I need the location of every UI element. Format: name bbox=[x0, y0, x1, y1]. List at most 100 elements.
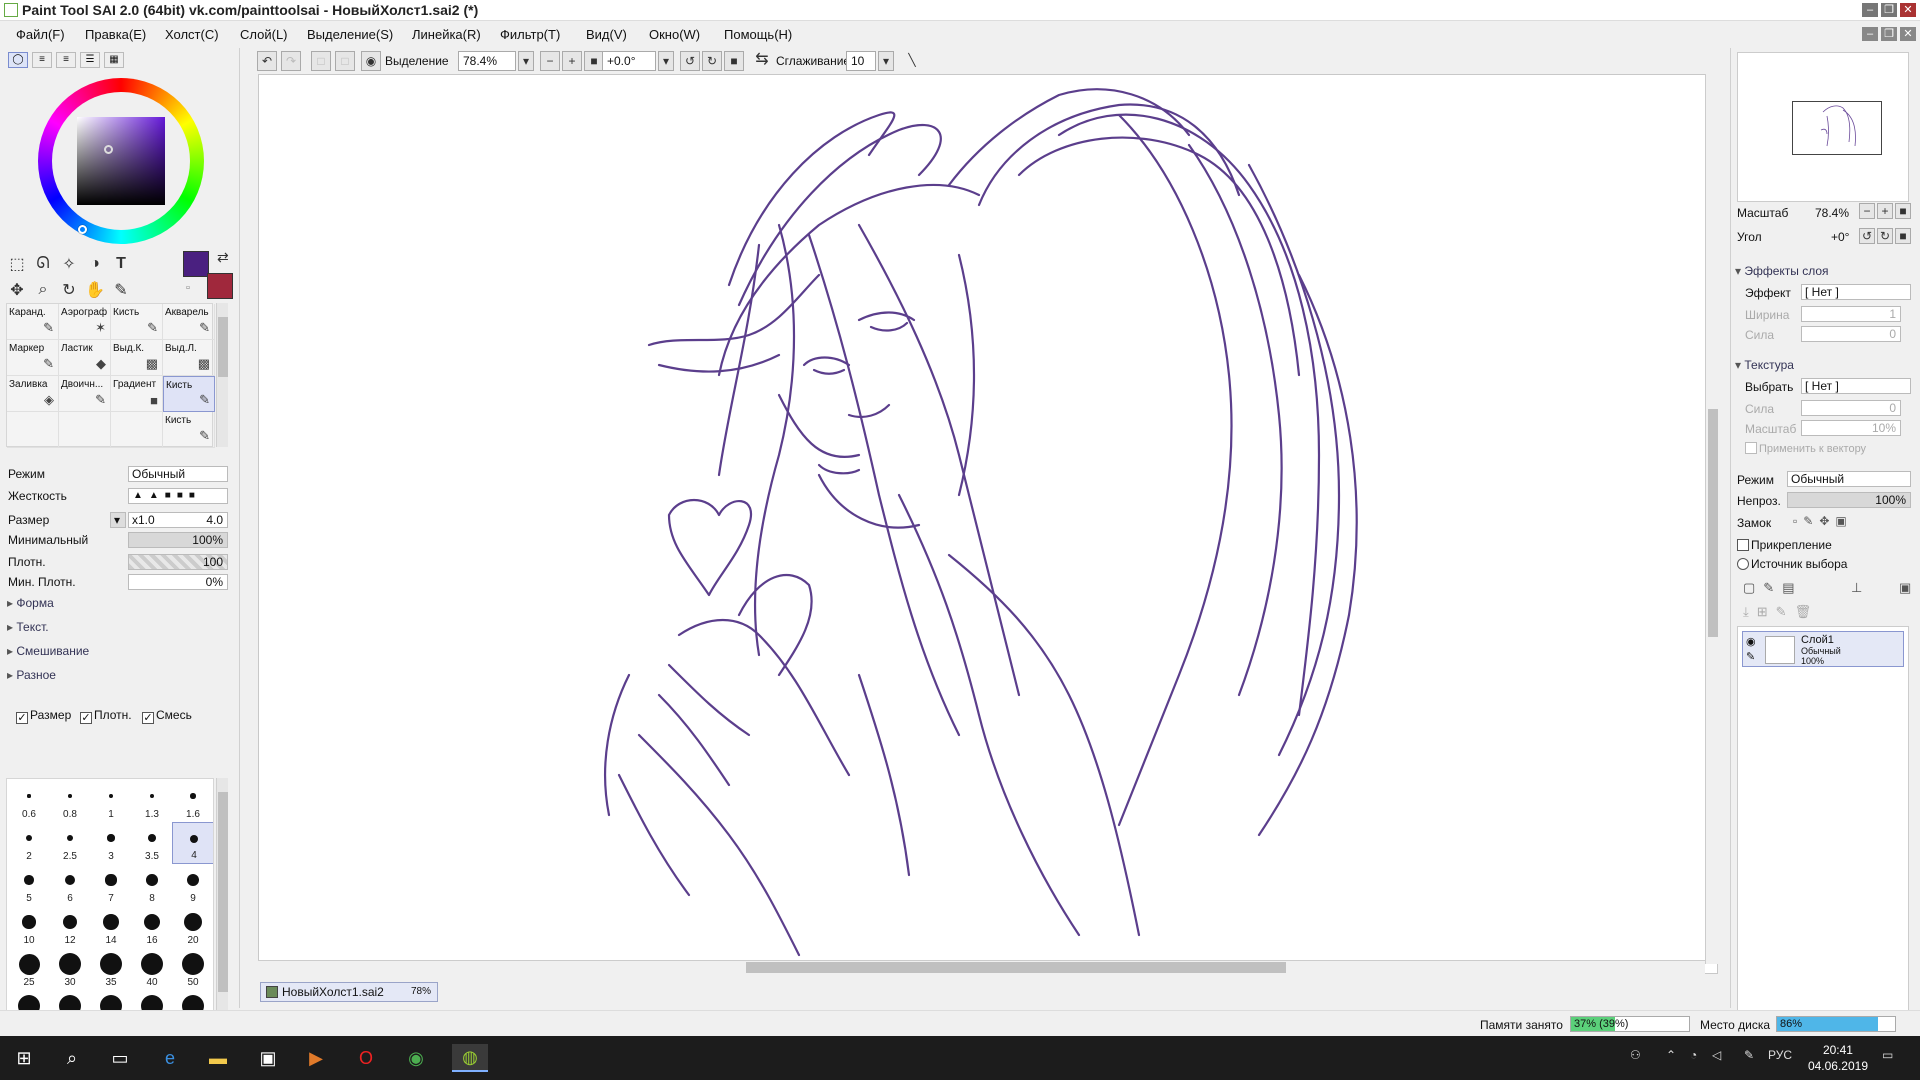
texture-scale-slider[interactable]: 10% bbox=[1801, 420, 1901, 436]
brush-size-preset[interactable]: 25 bbox=[8, 948, 50, 990]
drawing-canvas[interactable] bbox=[258, 74, 1718, 974]
blend-mode-select[interactable]: Обычный bbox=[128, 466, 228, 482]
hsv-slider-tab[interactable]: ≡ bbox=[56, 52, 76, 68]
network-icon[interactable]: ◔ bbox=[1690, 1048, 1697, 1062]
undo-icon[interactable]: ↶ bbox=[257, 51, 277, 71]
brush-slot[interactable]: Градиент ■ bbox=[111, 376, 163, 412]
notifications-icon[interactable]: ▭ bbox=[1882, 1048, 1893, 1062]
brush-size-preset[interactable]: 4 bbox=[172, 822, 213, 864]
deselect-icon[interactable]: □ bbox=[311, 51, 331, 71]
menu-view[interactable]: Вид(V) bbox=[586, 27, 627, 42]
brush-size-preset[interactable]: 0.8 bbox=[49, 780, 91, 822]
nav-angle-value[interactable]: +0° bbox=[1831, 230, 1849, 244]
new-layer-icon[interactable]: ▢ bbox=[1743, 580, 1755, 596]
section-misc[interactable]: Разное bbox=[7, 668, 56, 682]
brush-size-preset[interactable]: 3 bbox=[90, 822, 132, 864]
angle-select[interactable]: +0.0° bbox=[602, 51, 656, 71]
shape-icon[interactable]: ◑ bbox=[84, 253, 106, 275]
layer-mode-select[interactable]: Обычный bbox=[1787, 471, 1911, 487]
brush-slot[interactable]: Выд.Л. ▩ bbox=[163, 340, 215, 376]
brush-slot[interactable]: Кисть ✎ bbox=[163, 412, 215, 448]
apply-to-vector-checkbox[interactable]: Применить к вектору bbox=[1745, 442, 1866, 455]
brush-size-preset[interactable]: 30 bbox=[49, 948, 91, 990]
texture-select[interactable]: [ Нет ] bbox=[1801, 378, 1911, 394]
layer-mask-icon[interactable]: ▣ bbox=[1899, 580, 1911, 596]
rect-select-icon[interactable]: ⬚ bbox=[6, 253, 28, 275]
nav-zoom-reset-icon[interactable]: ■ bbox=[1895, 203, 1911, 219]
brush-size-preset[interactable]: 7 bbox=[90, 864, 132, 906]
transform-icon[interactable]: ⊥ bbox=[1851, 580, 1862, 596]
paint-tool-sai-taskbar-icon[interactable]: ◍ bbox=[452, 1044, 488, 1072]
nav-zoom-value[interactable]: 78.4% bbox=[1815, 206, 1849, 220]
brush-slot[interactable]: Ластик ◆ bbox=[59, 340, 111, 376]
brush-size-preset[interactable]: 40 bbox=[131, 948, 173, 990]
clear-layer-icon[interactable]: ✎ bbox=[1776, 604, 1787, 620]
opera-browser-icon[interactable]: O bbox=[352, 1044, 380, 1072]
doc-close-button[interactable]: ✕ bbox=[1900, 27, 1916, 41]
delete-layer-icon[interactable]: 🗑 bbox=[1795, 604, 1812, 620]
brush-slot[interactable]: Кисть ✎ bbox=[111, 304, 163, 340]
chrome-browser-icon[interactable]: ◉ bbox=[402, 1044, 430, 1072]
menu-layer[interactable]: Слой(L) bbox=[240, 27, 288, 42]
menu-canvas[interactable]: Холст(C) bbox=[165, 27, 219, 42]
magic-wand-icon[interactable]: ✧ bbox=[58, 253, 80, 275]
min-density-slider[interactable]: 0% bbox=[128, 574, 228, 590]
redo-icon[interactable]: ↷ bbox=[281, 51, 301, 71]
brush-size-preset[interactable]: 8 bbox=[131, 864, 173, 906]
people-icon[interactable]: ⚇ bbox=[1630, 1048, 1641, 1062]
close-button[interactable]: ✕ bbox=[1900, 3, 1916, 17]
brush-size-preset[interactable]: 6 bbox=[49, 864, 91, 906]
brush-slot[interactable]: Кисть ✎ bbox=[163, 376, 215, 412]
move-icon[interactable]: ✥ bbox=[6, 279, 28, 301]
effect-select[interactable]: [ Нет ] bbox=[1801, 284, 1911, 300]
nav-zoom-out-icon[interactable]: − bbox=[1859, 203, 1875, 219]
lasso-icon[interactable]: ᘏ bbox=[32, 253, 54, 275]
foreground-color-swatch[interactable] bbox=[183, 251, 209, 277]
saturation-value-square[interactable] bbox=[77, 117, 165, 205]
pen-icon[interactable]: ✎ bbox=[1744, 1048, 1754, 1062]
doc-minimize-button[interactable]: – bbox=[1862, 27, 1878, 41]
hardness-selector[interactable]: ▲▲■■■ bbox=[128, 488, 228, 504]
effect-strength-slider[interactable]: 0 bbox=[1801, 326, 1901, 342]
hand-icon[interactable]: ✋ bbox=[84, 279, 106, 301]
transparent-color-icon[interactable]: ▫ bbox=[186, 282, 190, 294]
menu-window[interactable]: Окно(W) bbox=[649, 27, 700, 42]
rgb-slider-tab[interactable]: ≡ bbox=[32, 52, 52, 68]
section-texture[interactable]: Текст. bbox=[7, 620, 48, 634]
menu-selection[interactable]: Выделение(S) bbox=[307, 27, 393, 42]
brush-slot[interactable] bbox=[7, 412, 59, 448]
color-wheel-tab[interactable]: ◯ bbox=[8, 52, 28, 68]
windows-start-icon[interactable]: ⊞ bbox=[10, 1044, 38, 1072]
language-indicator[interactable]: РУС bbox=[1768, 1048, 1792, 1062]
brush-size-preset[interactable]: 35 bbox=[90, 948, 132, 990]
brush-slot[interactable]: Аэрограф ✶ bbox=[59, 304, 111, 340]
swatches-tab[interactable]: ☰ bbox=[80, 52, 100, 68]
density-slider[interactable]: 100 bbox=[128, 554, 228, 570]
brush-size-preset[interactable]: 50 bbox=[172, 948, 213, 990]
brush-size-preset[interactable]: 1 bbox=[90, 780, 132, 822]
rotate-left-icon[interactable]: ↺ bbox=[680, 51, 700, 71]
brush-slot[interactable] bbox=[111, 412, 163, 448]
density-checkbox[interactable]: ✓ Плотн. bbox=[80, 708, 132, 724]
layer-effects-section[interactable]: Эффекты слоя bbox=[1735, 264, 1828, 278]
brush-size-preset[interactable]: 20 bbox=[172, 906, 213, 948]
effect-width-slider[interactable]: 1 bbox=[1801, 306, 1901, 322]
new-vector-layer-icon[interactable]: ✎ bbox=[1763, 580, 1774, 596]
navigator-preview[interactable] bbox=[1737, 52, 1909, 202]
smoothing-select[interactable]: 10 bbox=[846, 51, 876, 71]
lock-paint-icon[interactable]: ✎ bbox=[1803, 514, 1819, 528]
texture-section[interactable]: Текстура bbox=[1735, 358, 1794, 372]
clipping-checkbox[interactable]: Прикрепление bbox=[1737, 538, 1832, 552]
blend-checkbox[interactable]: ✓ Смесь bbox=[142, 708, 192, 724]
size-checkbox[interactable]: ✓ Размер bbox=[16, 708, 71, 724]
brush-size-preset[interactable]: 9 bbox=[172, 864, 213, 906]
brush-size-preset[interactable]: 12 bbox=[49, 906, 91, 948]
lock-transparency-icon[interactable]: ▫ bbox=[1793, 514, 1803, 528]
transfer-down-icon[interactable]: ⤓ bbox=[1743, 604, 1749, 620]
brush-size-preset[interactable]: 14 bbox=[90, 906, 132, 948]
chevron-down-icon[interactable]: ▾ bbox=[518, 51, 534, 71]
color-picker-marker[interactable] bbox=[104, 145, 113, 154]
color-wheel[interactable] bbox=[38, 78, 204, 244]
rotate-icon[interactable]: ↻ bbox=[58, 279, 80, 301]
brush-slot[interactable]: Акварель ✎ bbox=[163, 304, 215, 340]
